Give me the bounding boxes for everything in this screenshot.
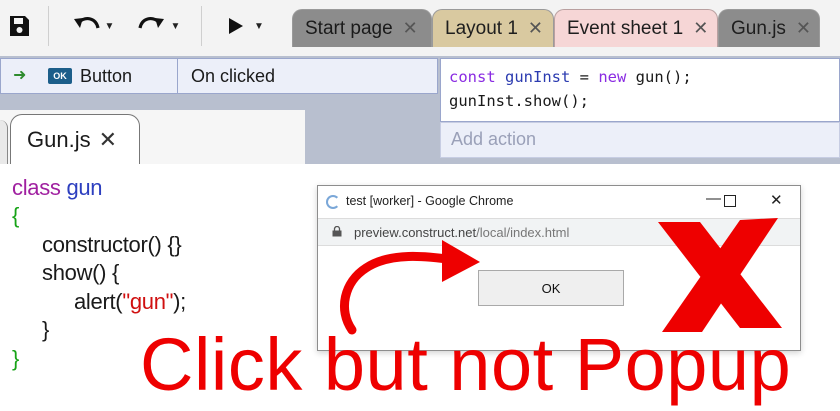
- tab-label: Start page: [305, 17, 393, 39]
- event-condition-row[interactable]: ➜ OK Button On clicked: [0, 58, 438, 94]
- code-line-4: show() {: [42, 260, 120, 285]
- tab-start-page[interactable]: Start page ✕: [292, 9, 432, 47]
- undo-icon: [73, 17, 100, 29]
- save-button[interactable]: [4, 8, 34, 44]
- close-icon[interactable]: ✕: [99, 127, 117, 153]
- code-string: "gun": [122, 289, 174, 314]
- code-line-6: }: [42, 317, 50, 342]
- ok-button[interactable]: OK: [478, 270, 624, 306]
- close-icon[interactable]: ✕: [796, 18, 811, 39]
- code-brace: {: [12, 203, 20, 228]
- toolbar-separator: [201, 6, 202, 46]
- condition-object-name[interactable]: Button: [80, 66, 132, 87]
- condition-text[interactable]: On clicked: [191, 66, 275, 87]
- redo-button[interactable]: ▼: [128, 8, 188, 44]
- minimize-icon[interactable]: —: [706, 190, 721, 207]
- code-line-5: alert("gun");: [74, 289, 186, 315]
- script-line-1: const gunInst = new gun();: [449, 68, 692, 86]
- code-class-name: gun: [66, 175, 103, 200]
- undo-dropdown-icon[interactable]: ▼: [105, 21, 115, 32]
- code-keyword: const: [449, 68, 496, 86]
- undo-button[interactable]: ▼: [62, 8, 122, 44]
- tab-gun-js[interactable]: Gun.js ✕: [718, 9, 820, 47]
- script-line-2: gunInst.show();: [449, 92, 589, 110]
- loading-icon: [326, 195, 340, 209]
- code-line-7: }: [12, 346, 19, 372]
- play-icon: [229, 18, 244, 34]
- tab-layout-1[interactable]: Layout 1 ✕: [432, 9, 554, 47]
- toolbar: ▼ ▼ ▼ Start page ✕ Layout 1 ✕ Event shee…: [0, 0, 840, 56]
- close-icon[interactable]: ✕: [403, 18, 418, 39]
- redo-dropdown-icon[interactable]: ▼: [171, 21, 181, 32]
- tab-label: Gun.js: [731, 17, 786, 39]
- add-action-button[interactable]: Add action: [440, 122, 840, 158]
- url-path: /local/index.html: [476, 225, 570, 240]
- tab-label: Layout 1: [445, 17, 518, 39]
- code-keyword: class: [12, 175, 61, 200]
- preview-button[interactable]: ▼: [216, 8, 272, 44]
- redo-icon: [137, 17, 164, 29]
- code-line-1: class gun: [12, 175, 103, 201]
- close-icon[interactable]: ✕: [693, 18, 708, 39]
- editor-tab-stub[interactable]: [0, 120, 8, 164]
- tab-label: Event sheet 1: [567, 17, 684, 39]
- event-arrow-icon: ➜: [13, 67, 27, 84]
- preview-dropdown-icon[interactable]: ▼: [254, 21, 264, 32]
- annotation-caption: Click but not Popup: [140, 323, 792, 406]
- editor-tab-label: Gun.js: [27, 126, 91, 152]
- editor-tab-gun-js[interactable]: Gun.js ✕: [10, 114, 140, 164]
- script-action-block[interactable]: const gunInst = new gun(); gunInst.show(…: [440, 58, 840, 122]
- code-line-3: constructor() {}: [42, 232, 182, 257]
- code-call: gun();: [626, 68, 692, 86]
- cell-divider: [177, 59, 178, 93]
- button-object-icon: OK: [48, 68, 72, 84]
- close-icon[interactable]: ✕: [528, 18, 543, 39]
- window-title: test [worker] - Google Chrome: [346, 194, 514, 208]
- code-operator: =: [570, 68, 599, 86]
- save-icon: [10, 16, 29, 36]
- toolbar-separator: [48, 6, 49, 46]
- code-brace: }: [12, 346, 20, 371]
- code-keyword: new: [598, 68, 627, 86]
- red-x-mark: [658, 218, 782, 332]
- code-punct: );: [173, 289, 186, 314]
- close-icon[interactable]: ✕: [770, 191, 783, 209]
- tab-event-sheet-1[interactable]: Event sheet 1 ✕: [554, 9, 718, 47]
- code-line-2: {: [12, 203, 19, 229]
- code-variable: gunInst: [505, 68, 571, 86]
- code-call: alert(: [74, 289, 123, 314]
- maximize-icon[interactable]: [724, 191, 736, 211]
